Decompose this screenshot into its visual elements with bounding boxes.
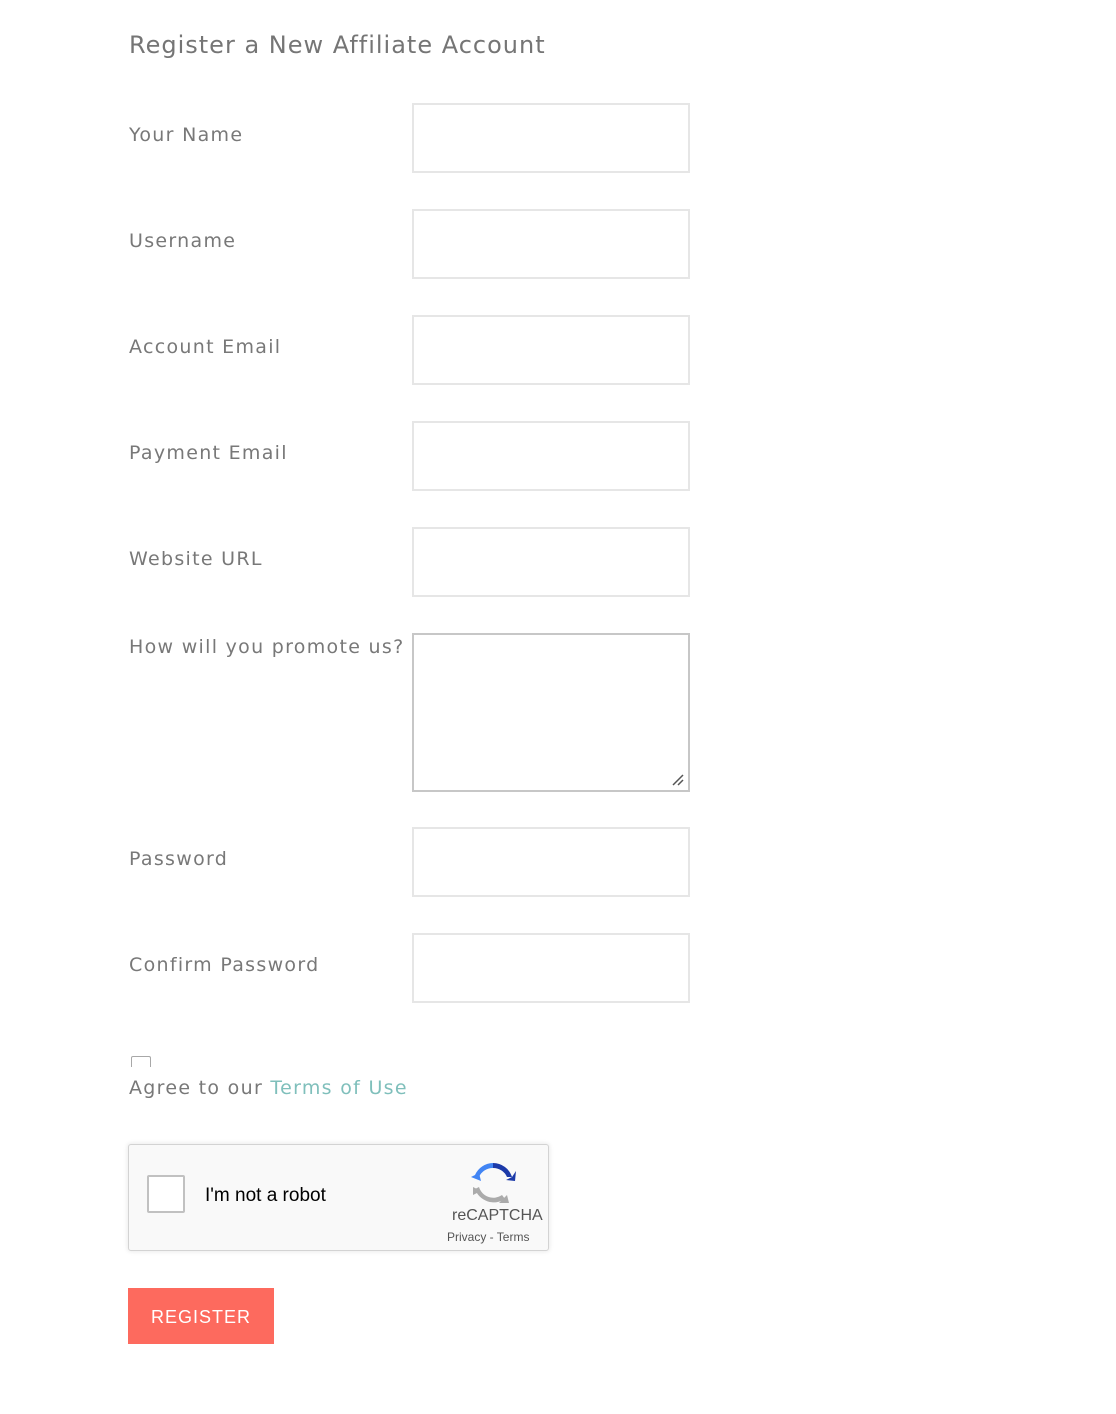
agree-terms-prefix: Agree to our (129, 1077, 271, 1099)
agree-terms-text: Agree to our Terms of Use (129, 1077, 408, 1099)
recaptcha-logo-icon (471, 1163, 516, 1203)
recaptcha-widget: I'm not a robot reCAPTCHA Privacy - Term… (128, 1144, 549, 1251)
your-name-label: Your Name (129, 124, 244, 146)
username-label: Username (129, 230, 237, 252)
account-email-input[interactable] (412, 315, 690, 385)
your-name-input[interactable] (412, 103, 690, 173)
recaptcha-privacy-terms[interactable]: Privacy - Terms (447, 1230, 529, 1244)
confirm-password-label: Confirm Password (129, 954, 320, 976)
username-input[interactable] (412, 209, 690, 279)
payment-email-input[interactable] (412, 421, 690, 491)
account-email-label: Account Email (129, 336, 282, 358)
password-input[interactable] (412, 827, 690, 897)
recaptcha-checkbox[interactable] (147, 1175, 185, 1213)
password-label: Password (129, 848, 229, 870)
website-url-label: Website URL (129, 548, 263, 570)
recaptcha-brand: reCAPTCHA (452, 1207, 543, 1224)
terms-of-use-link[interactable]: Terms of Use (270, 1077, 407, 1099)
promotion-textarea[interactable] (412, 633, 690, 792)
confirm-password-input[interactable] (412, 933, 690, 1003)
form-title: Register a New Affiliate Account (129, 31, 546, 59)
resize-grip-icon[interactable] (672, 774, 684, 786)
payment-email-label: Payment Email (129, 442, 288, 464)
register-button[interactable]: REGISTER (128, 1288, 274, 1344)
website-url-input[interactable] (412, 527, 690, 597)
agree-terms-checkbox[interactable] (131, 1056, 151, 1067)
recaptcha-label: I'm not a robot (205, 1185, 326, 1206)
promotion-label: How will you promote us? (129, 636, 405, 658)
